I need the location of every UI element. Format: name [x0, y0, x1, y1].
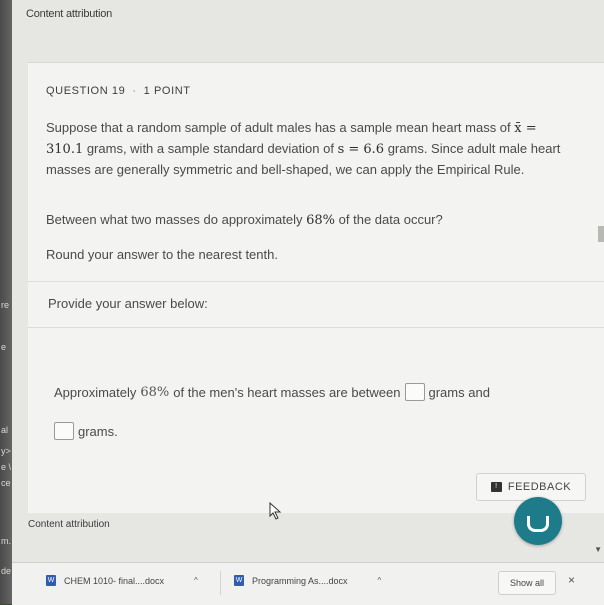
- std-dev-expression: s = 6.6: [337, 142, 385, 157]
- provide-answer-label: Provide your answer below:: [48, 296, 208, 311]
- answer-sentence-line2: grams.: [54, 422, 118, 440]
- question-prompt: Suppose that a random sample of adult ma…: [46, 118, 576, 180]
- download-separator: [220, 571, 221, 595]
- strip-fragment: m.: [1, 536, 11, 546]
- download-filename: Programming As....docx: [252, 575, 348, 586]
- answer-middle: of the men's heart masses are between: [173, 384, 401, 400]
- strip-fragment: y>: [1, 446, 11, 456]
- strip-fragment: e: [1, 342, 7, 352]
- question-header: QUESTION 19 · 1 POINT: [46, 85, 191, 97]
- scrollbar-thumb[interactable]: [598, 226, 604, 242]
- ask-prefix: Between what two masses do approximately: [46, 212, 307, 227]
- prompt-text-1: Suppose that a random sample of adult ma…: [46, 120, 511, 135]
- chevron-up-icon[interactable]: ^: [378, 576, 382, 585]
- strip-fragment: de: [1, 566, 12, 576]
- download-item[interactable]: W Programming As....docx ^: [234, 575, 381, 586]
- chat-support-button[interactable]: [514, 497, 562, 545]
- content-attribution-bottom[interactable]: Content attribution: [28, 519, 110, 530]
- strip-fragment: e \: [1, 462, 12, 472]
- download-filename: CHEM 1010- final....docx: [64, 575, 165, 586]
- download-shelf: W CHEM 1010- final....docx ^ W Programmi…: [12, 562, 604, 605]
- answer-suffix-1: grams and: [428, 384, 490, 400]
- question-ask: Between what two masses do approximately…: [46, 212, 443, 228]
- chat-icon: [527, 516, 549, 532]
- content-attribution-top[interactable]: Content attribution: [26, 8, 112, 20]
- scroll-down-icon[interactable]: ▼: [594, 545, 602, 554]
- show-all-button[interactable]: Show all: [498, 571, 556, 595]
- feedback-label: FEEDBACK: [507, 481, 572, 493]
- mouse-cursor-icon: [269, 502, 282, 520]
- download-item[interactable]: W CHEM 1010- final....docx ^: [46, 575, 198, 586]
- lower-bound-input[interactable]: [404, 383, 425, 401]
- strip-fragment: ce: [1, 478, 11, 488]
- close-icon[interactable]: ×: [568, 573, 575, 587]
- answer-suffix-2: grams.: [78, 423, 118, 439]
- chevron-up-icon[interactable]: ^: [194, 576, 198, 585]
- question-card: QUESTION 19 · 1 POINT Suppose that a rando…: [28, 62, 604, 513]
- strip-fragment: al: [1, 425, 9, 435]
- upper-bound-input[interactable]: [54, 422, 74, 440]
- word-doc-icon: W: [234, 575, 244, 586]
- prompt-text-2: grams, with a sample standard deviation …: [83, 141, 338, 156]
- header-separator: ·: [132, 85, 137, 97]
- word-doc-icon: W: [46, 575, 56, 586]
- ask-suffix: of the data occur?: [335, 212, 443, 227]
- answer-sentence-line1: Approximately 68% of the men's heart mas…: [54, 383, 490, 401]
- strip-fragment: re: [1, 300, 10, 310]
- feedback-icon: !: [490, 482, 502, 492]
- section-divider: [28, 281, 604, 282]
- rounding-instruction: Round your answer to the nearest tenth.: [46, 247, 278, 262]
- question-points: 1 POINT: [143, 85, 191, 97]
- answer-prefix: Approximately: [54, 384, 137, 400]
- question-number: QUESTION 19: [46, 85, 126, 97]
- section-divider: [28, 327, 604, 328]
- answer-percent: 68%: [140, 384, 170, 400]
- percent-expression: 68%: [306, 213, 336, 228]
